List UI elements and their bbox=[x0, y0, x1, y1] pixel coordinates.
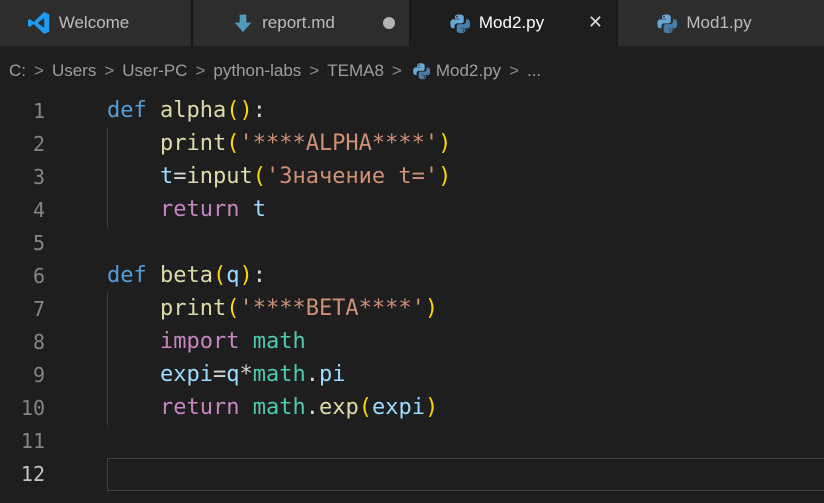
vscode-editor-window: Welcome report.md Mod2.py ✕ bbox=[0, 0, 824, 503]
line-content: print('****BETA****') bbox=[107, 293, 824, 326]
chevron-right-icon: > bbox=[104, 61, 114, 81]
line-content: import math bbox=[107, 326, 824, 359]
chevron-right-icon: > bbox=[392, 61, 402, 81]
tab-label: report.md bbox=[262, 13, 335, 33]
line-number[interactable]: 6 bbox=[0, 260, 45, 293]
line-number[interactable]: 8 bbox=[0, 326, 45, 359]
breadcrumb-item-drive[interactable]: C: bbox=[9, 61, 26, 81]
vscode-logo-icon bbox=[28, 12, 50, 34]
line-content: return t bbox=[107, 194, 824, 227]
chevron-right-icon: > bbox=[309, 61, 319, 81]
line-number[interactable]: 11 bbox=[0, 425, 45, 458]
line-number[interactable]: 4 bbox=[0, 194, 45, 227]
line-number[interactable]: 3 bbox=[0, 161, 45, 194]
current-line-highlight bbox=[107, 458, 824, 491]
code-line[interactable]: 3 t=input('Значение t=') bbox=[0, 161, 824, 194]
line-number[interactable]: 7 bbox=[0, 293, 45, 326]
python-icon bbox=[449, 13, 470, 34]
markdown-icon bbox=[233, 12, 253, 34]
chevron-right-icon: > bbox=[34, 61, 44, 81]
breadcrumb: C: > Users > User-PC > python-labs > ТЕМ… bbox=[0, 46, 824, 95]
line-number[interactable]: 9 bbox=[0, 359, 45, 392]
modified-dot-icon[interactable] bbox=[383, 17, 395, 29]
line-number[interactable]: 10 bbox=[0, 392, 45, 425]
code-line[interactable]: 4 return t bbox=[0, 194, 824, 227]
chevron-right-icon: > bbox=[509, 61, 519, 81]
tab-label: Welcome bbox=[59, 13, 130, 33]
tab-mod1-py[interactable]: Mod1.py bbox=[618, 0, 824, 46]
code-line[interactable]: 12 bbox=[0, 458, 824, 491]
python-icon bbox=[656, 13, 677, 34]
code-line[interactable]: 1 def alpha(): bbox=[0, 95, 824, 128]
close-icon[interactable]: ✕ bbox=[588, 14, 603, 32]
python-icon bbox=[412, 62, 430, 80]
line-number[interactable]: 5 bbox=[0, 227, 45, 260]
line-number[interactable]: 2 bbox=[0, 128, 45, 161]
line-content: return math.exp(expi) bbox=[107, 392, 824, 425]
line-number[interactable]: 1 bbox=[0, 95, 45, 128]
tab-label: Mod2.py bbox=[479, 13, 544, 33]
code-area[interactable]: 1def alpha():2 print('****ALPHA****')3 t… bbox=[0, 95, 824, 503]
editor-tab-bar: Welcome report.md Mod2.py ✕ bbox=[0, 0, 824, 46]
breadcrumb-item-tema8[interactable]: ТЕМА8 bbox=[327, 61, 384, 81]
code-line[interactable]: 7 print('****BETA****') bbox=[0, 293, 824, 326]
line-content bbox=[107, 425, 824, 458]
code-line[interactable]: 8 import math bbox=[0, 326, 824, 359]
breadcrumb-item-symbols[interactable]: ... bbox=[527, 61, 541, 81]
breadcrumb-item-file[interactable]: Mod2.py bbox=[436, 61, 501, 81]
code-line[interactable]: 6 def beta(q): bbox=[0, 260, 824, 293]
code-line[interactable]: 11 bbox=[0, 425, 824, 458]
code-line[interactable]: 9 expi=q*math.pi bbox=[0, 359, 824, 392]
code-line[interactable]: 2 print('****ALPHA****') bbox=[0, 128, 824, 161]
line-content: print('****ALPHA****') bbox=[107, 128, 824, 161]
breadcrumb-item-python-labs[interactable]: python-labs bbox=[213, 61, 301, 81]
line-content: def alpha(): bbox=[107, 95, 824, 128]
tab-report-md[interactable]: report.md bbox=[193, 0, 411, 46]
tab-label: Mod1.py bbox=[686, 13, 751, 33]
tab-welcome[interactable]: Welcome bbox=[0, 0, 193, 46]
line-number[interactable]: 12 bbox=[0, 458, 45, 491]
line-content: t=input('Значение t=') bbox=[107, 161, 824, 194]
line-content: def beta(q): bbox=[107, 260, 824, 293]
breadcrumb-item-user-pc[interactable]: User-PC bbox=[122, 61, 187, 81]
code-line[interactable]: 5 bbox=[0, 227, 824, 260]
tab-mod2-py[interactable]: Mod2.py ✕ bbox=[411, 0, 618, 46]
breadcrumb-item-users[interactable]: Users bbox=[52, 61, 96, 81]
chevron-right-icon: > bbox=[195, 61, 205, 81]
line-content: expi=q*math.pi bbox=[107, 359, 824, 392]
line-content bbox=[107, 227, 824, 260]
code-line[interactable]: 10 return math.exp(expi) bbox=[0, 392, 824, 425]
